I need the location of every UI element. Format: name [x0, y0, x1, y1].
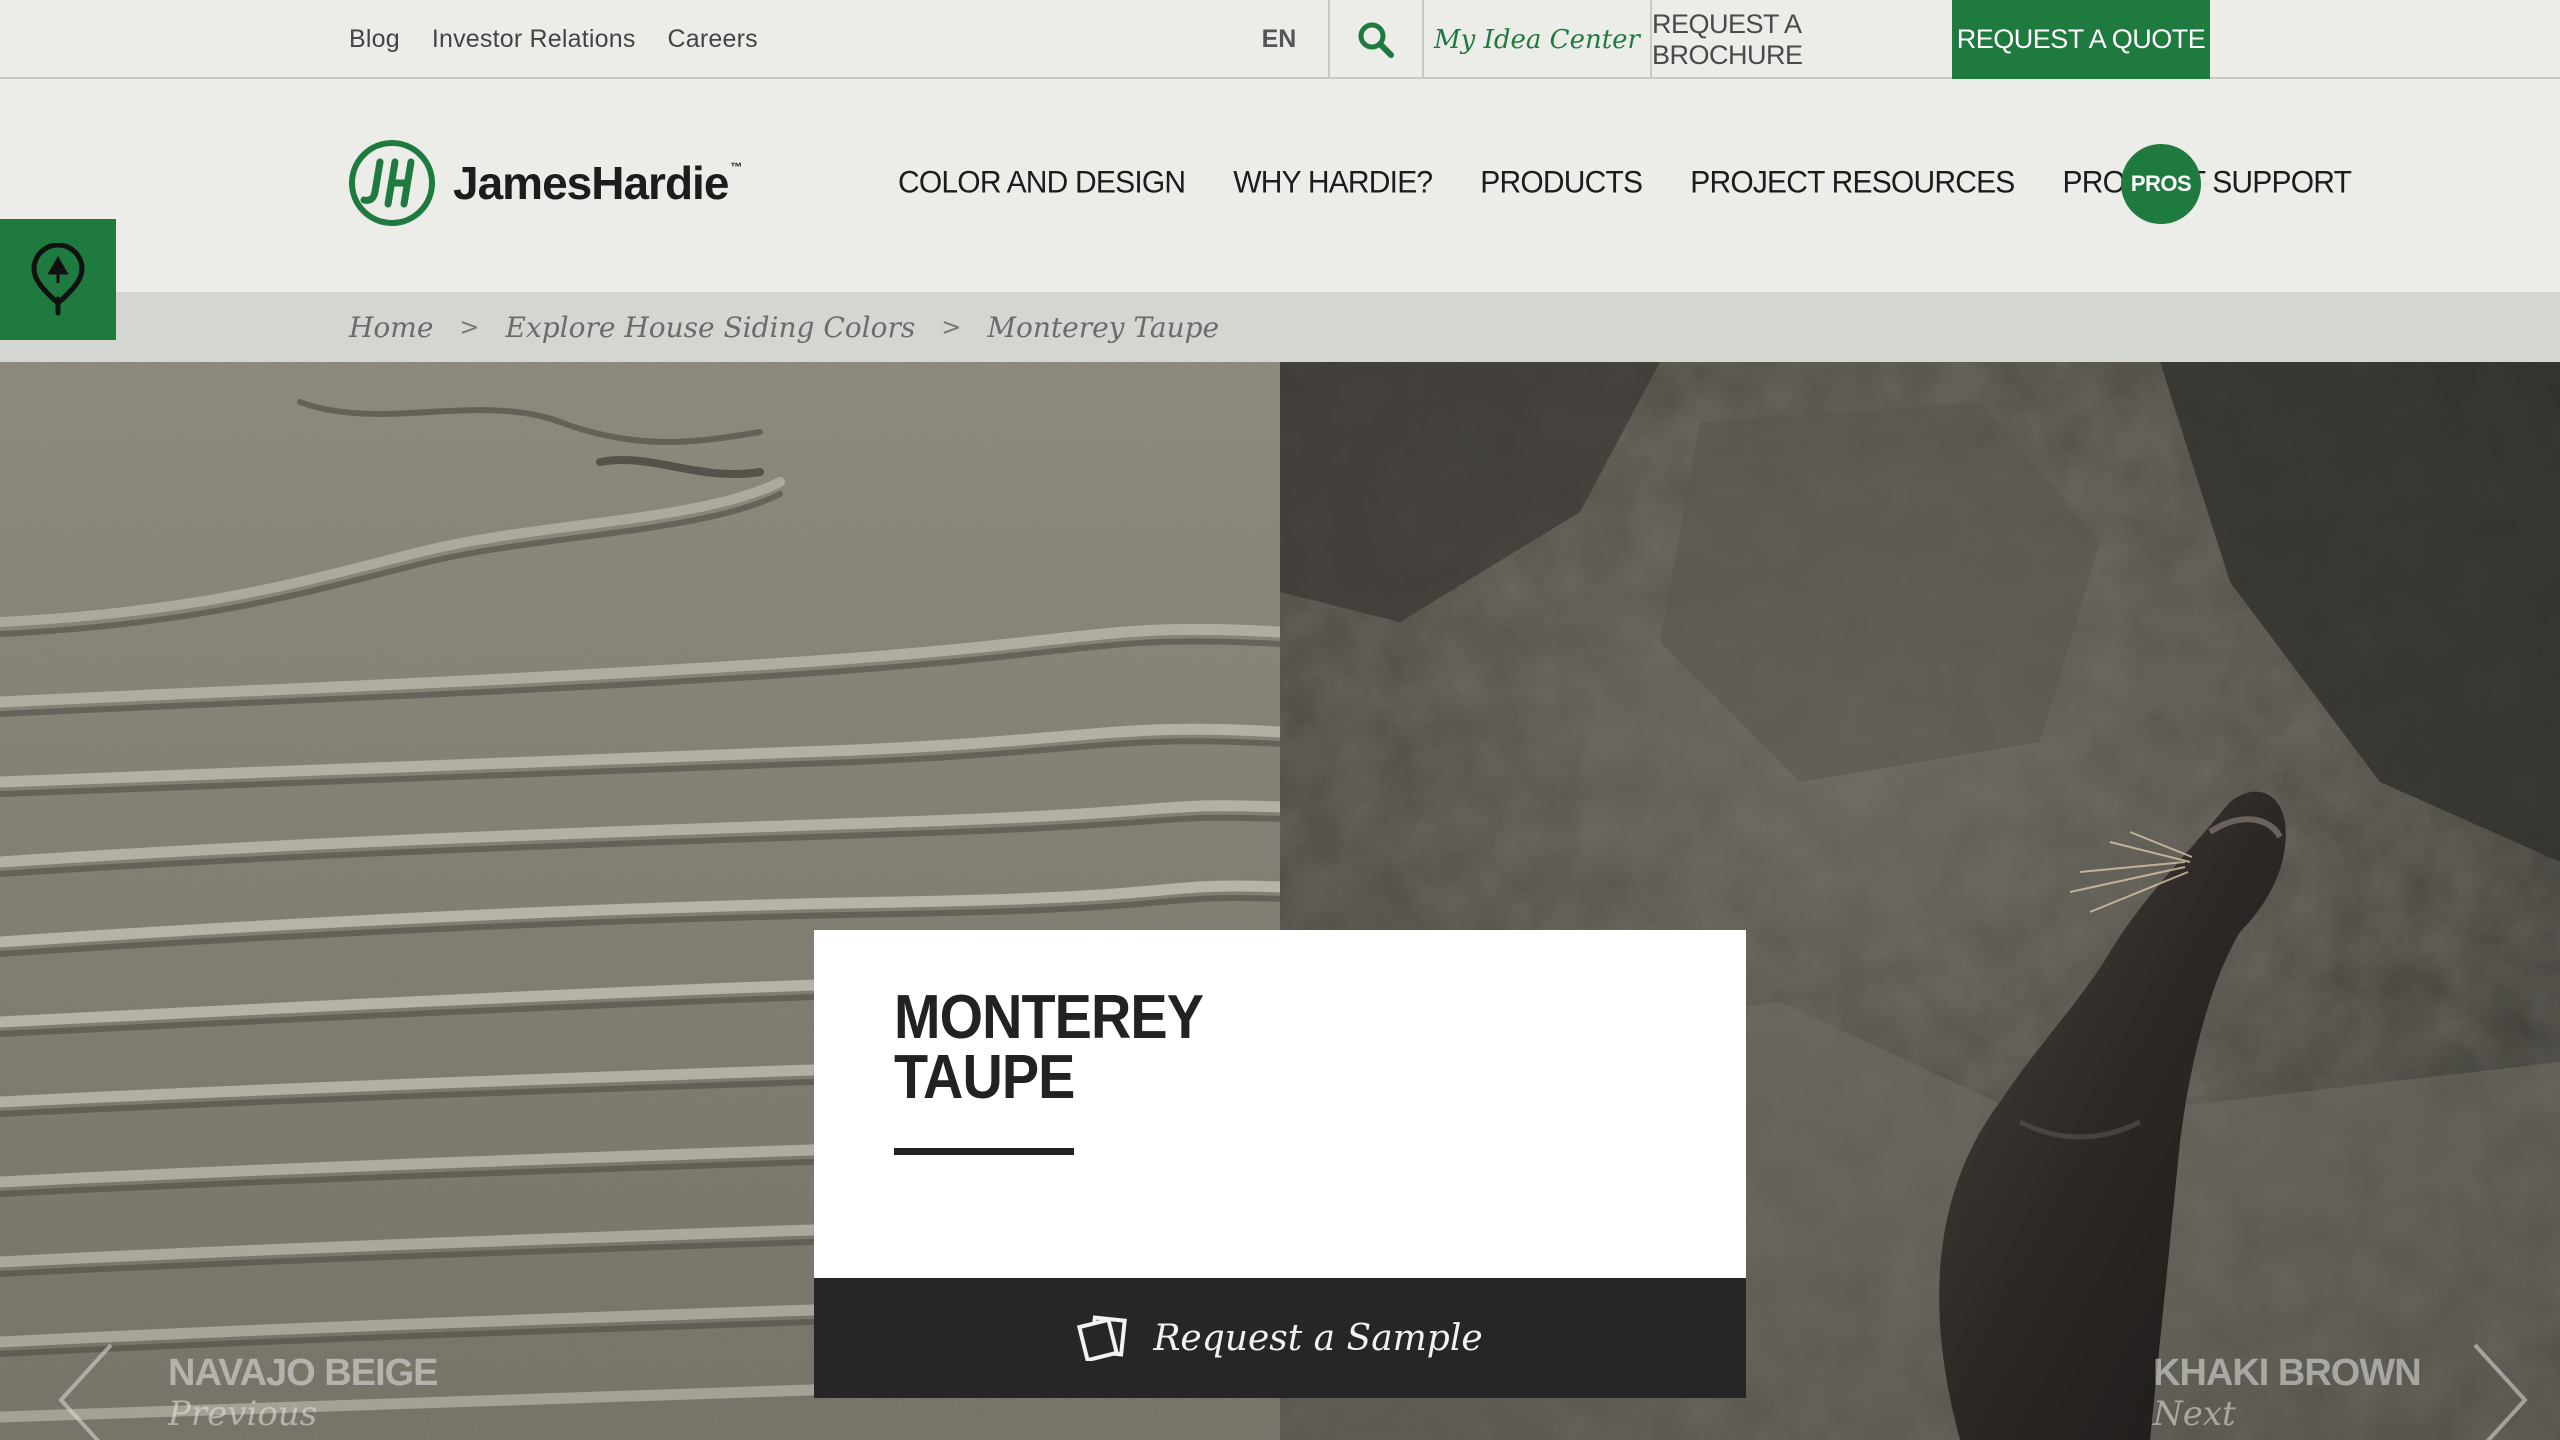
- nav-product-support[interactable]: PRODUCT SUPPORT: [2063, 165, 2352, 201]
- breadcrumb-home[interactable]: Home: [349, 311, 433, 344]
- brand-name: JamesHardie ™: [453, 156, 742, 210]
- utility-links: Blog Investor Relations Careers: [349, 0, 758, 79]
- breadcrumb-current: Monterey Taupe: [987, 310, 1220, 344]
- nav-why-hardie[interactable]: WHY HARDIE?: [1233, 165, 1433, 201]
- request-brochure-button[interactable]: REQUEST A BROCHURE: [1652, 0, 1952, 79]
- breadcrumb-trail: Home > Explore House Siding Colors > Mon…: [349, 292, 1219, 362]
- nav-products[interactable]: PRODUCTS: [1480, 165, 1643, 201]
- dealer-locator-tab[interactable]: [0, 219, 116, 340]
- next-color-link[interactable]: KHAKI BROWN Next: [2140, 1340, 2540, 1440]
- careers-link[interactable]: Careers: [668, 25, 758, 54]
- language-selector[interactable]: EN: [1230, 0, 1330, 79]
- jh-monogram-icon: [349, 140, 435, 226]
- breadcrumb-separator: >: [459, 313, 480, 341]
- heading-underline: [894, 1148, 1074, 1155]
- previous-color-link[interactable]: NAVAJO BEIGE Previous: [50, 1340, 450, 1440]
- chevron-right-icon: [2473, 1343, 2528, 1440]
- search-icon: [1358, 22, 1394, 58]
- previous-label: Previous: [168, 1394, 318, 1434]
- color-name-heading: MONTEREY TAUPE: [894, 983, 1344, 1112]
- utility-bar: Blog Investor Relations Careers EN My Id…: [0, 0, 2560, 79]
- next-label: Next: [2153, 1394, 2236, 1434]
- pros-button[interactable]: PROS: [2121, 144, 2201, 224]
- color-name-line1: MONTEREY: [894, 983, 1204, 1052]
- map-pin-icon: [31, 242, 85, 315]
- brand-logo[interactable]: JamesHardie ™: [349, 140, 742, 226]
- chevron-left-icon: [58, 1343, 113, 1440]
- breadcrumb: Home > Explore House Siding Colors > Mon…: [0, 292, 2560, 362]
- main-header: JamesHardie ™ COLOR AND DESIGN WHY HARDIE…: [0, 80, 2560, 292]
- investor-relations-link[interactable]: Investor Relations: [432, 25, 636, 54]
- blog-link[interactable]: Blog: [349, 25, 400, 54]
- trademark-symbol: ™: [730, 160, 742, 174]
- nav-project-resources[interactable]: PROJECT RESOURCES: [1690, 165, 2015, 201]
- utility-actions: EN My Idea Center REQUEST A BROCHURE REQ…: [1230, 0, 2210, 79]
- color-info-card: MONTEREY TAUPE: [814, 930, 1746, 1280]
- color-name-line2: TAUPE: [894, 1043, 1075, 1112]
- nav-color-and-design[interactable]: COLOR AND DESIGN: [898, 165, 1186, 201]
- request-sample-label: Request a Sample: [1153, 1317, 1483, 1359]
- brand-name-text: JamesHardie: [453, 157, 729, 209]
- swatch-cards-icon: [1077, 1315, 1128, 1361]
- request-sample-button[interactable]: Request a Sample: [814, 1278, 1746, 1398]
- next-color-name: KHAKI BROWN: [2153, 1352, 2422, 1394]
- previous-color-name: NAVAJO BEIGE: [168, 1352, 439, 1394]
- search-button[interactable]: [1330, 0, 1424, 79]
- breadcrumb-explore-colors[interactable]: Explore House Siding Colors: [506, 311, 916, 344]
- breadcrumb-separator: >: [941, 313, 962, 341]
- request-quote-button[interactable]: REQUEST A QUOTE: [1952, 0, 2210, 79]
- my-idea-center-link[interactable]: My Idea Center: [1424, 0, 1652, 79]
